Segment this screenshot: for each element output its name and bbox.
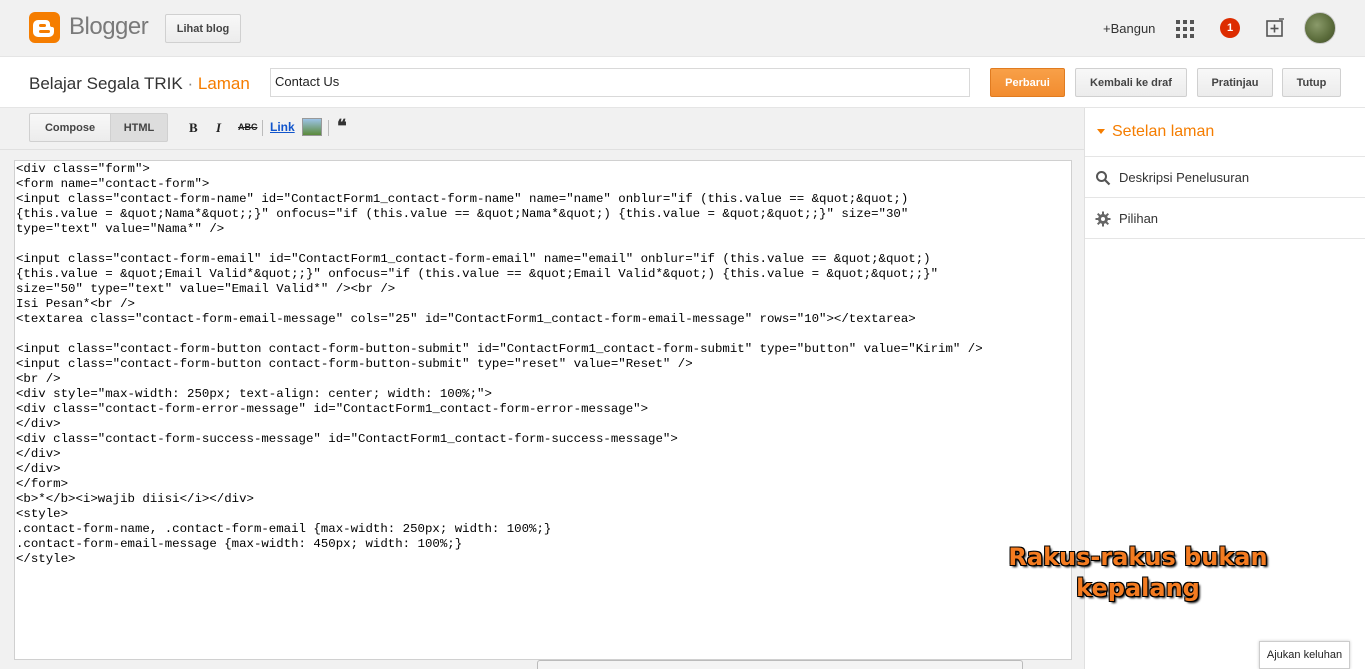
gear-icon	[1095, 211, 1111, 227]
notification-badge[interactable]: 1	[1220, 18, 1240, 38]
watermark-line: kepalang	[1076, 574, 1200, 602]
revert-to-draft-button[interactable]: Kembali ke draf	[1075, 68, 1187, 97]
bold-icon[interactable]: B	[189, 120, 198, 136]
top-bar: Blogger Lihat blog +Bangun 1	[0, 0, 1365, 57]
apps-grid-icon[interactable]	[1176, 20, 1194, 38]
send-feedback-button[interactable]: Ajukan keluhan	[1259, 641, 1350, 669]
blogger-logo-icon[interactable]	[29, 12, 60, 43]
collapse-arrow-icon	[1097, 129, 1105, 134]
editor-toolbar: Compose HTML B I ABC Link ❝	[0, 108, 1084, 150]
avatar[interactable]	[1304, 12, 1336, 44]
post-title-bar: Belajar Segala TRIK · Laman Contact Us P…	[0, 58, 1365, 108]
sidebar-item-options[interactable]: Pilihan	[1085, 198, 1365, 239]
quote-icon[interactable]: ❝	[337, 116, 347, 137]
insert-image-icon[interactable]	[302, 118, 322, 136]
preview-button[interactable]: Pratinjau	[1197, 68, 1273, 97]
share-plus-icon[interactable]	[1265, 18, 1285, 38]
sidebar-item-label: Deskripsi Penelusuran	[1119, 170, 1250, 185]
toolbar-divider	[328, 120, 329, 136]
page-settings-title: Setelan laman	[1112, 123, 1215, 140]
section-label: Laman	[197, 74, 250, 93]
page-settings-header[interactable]: Setelan laman	[1085, 108, 1365, 157]
blog-name: Belajar Segala TRIK	[29, 74, 183, 93]
search-icon	[1096, 171, 1111, 186]
watermark-text: Rakus-rakus bukan kepalang	[988, 542, 1288, 604]
strikethrough-icon[interactable]: ABC	[238, 122, 258, 132]
page-title-input[interactable]: Contact Us	[270, 68, 970, 97]
link-button[interactable]: Link	[270, 120, 295, 134]
blog-title: Belajar Segala TRIK · Laman	[29, 74, 250, 94]
toolbar-divider	[262, 120, 263, 136]
create-link[interactable]: +Bangun	[1103, 21, 1155, 36]
editor-area: <div class="form"> <form name="contact-f…	[0, 150, 1084, 669]
close-button[interactable]: Tutup	[1282, 68, 1341, 97]
title-separator: ·	[187, 74, 194, 93]
brand-name[interactable]: Blogger	[69, 13, 149, 41]
html-source-code[interactable]: <div class="form"> <form name="contact-f…	[16, 162, 983, 567]
html-editor-textarea[interactable]: <div class="form"> <form name="contact-f…	[14, 160, 1072, 660]
update-button[interactable]: Perbarui	[990, 68, 1065, 97]
html-mode-button[interactable]: HTML	[110, 113, 168, 142]
bottom-panel-tab[interactable]	[537, 660, 1023, 669]
view-blog-button[interactable]: Lihat blog	[165, 14, 241, 43]
watermark-line: Rakus-rakus bukan	[1008, 543, 1268, 571]
sidebar-item-label: Pilihan	[1119, 211, 1159, 226]
sidebar-item-search-description[interactable]: Deskripsi Penelusuran	[1085, 157, 1365, 198]
compose-mode-button[interactable]: Compose	[29, 113, 111, 142]
italic-icon[interactable]: I	[216, 120, 221, 136]
